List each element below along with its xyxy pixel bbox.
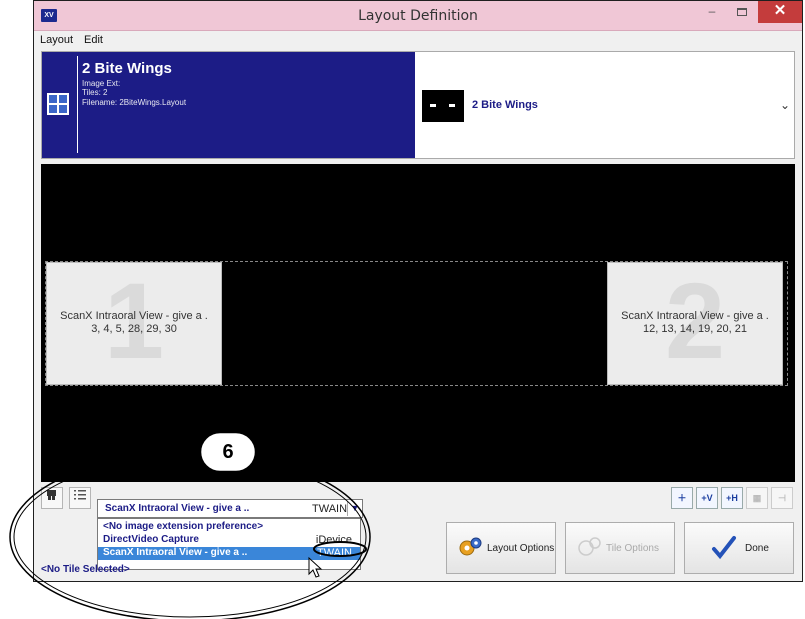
layout-image-ext: Image Ext: — [82, 79, 121, 88]
add-image-icon[interactable]: ＋ — [671, 487, 693, 509]
maximize-icon — [737, 7, 747, 16]
option-kind: iDevice — [315, 534, 352, 546]
layout-tiles: Tiles: 2 — [82, 88, 108, 97]
menu-layout[interactable]: Layout — [40, 34, 73, 46]
layout-options-button[interactable]: Layout Options — [446, 522, 556, 574]
tile-description: ScanX Intraoral View - give a . 12, 13, … — [608, 310, 782, 336]
tile-1[interactable]: 1 ScanX Intraoral View - give a . 3, 4, … — [46, 262, 222, 385]
extension-dropdown-list: <No image extension preference> DirectVi… — [97, 518, 361, 570]
layout-preview-thumbnail — [422, 90, 464, 122]
maximize-button[interactable] — [728, 1, 756, 23]
chevron-down-icon[interactable]: ▼ — [347, 501, 362, 516]
add-horizontal-icon[interactable]: +H — [721, 487, 743, 509]
split-icon[interactable]: ⊣ — [771, 487, 793, 509]
dropdown-option-selected[interactable]: ScanX Intraoral View - give a .. TWAIN — [98, 547, 360, 560]
title-bar[interactable]: XV Layout Definition – ✕ — [34, 1, 802, 31]
selected-extension-kind: TWAIN — [312, 503, 348, 515]
bottom-toolbar: ScanX Intraoral View - give a .. TWAIN ▼… — [41, 485, 795, 581]
option-kind: TWAIN — [316, 547, 352, 559]
tile-options-label: Tile Options — [606, 543, 659, 554]
dropdown-option[interactable]: <No image extension preference> — [98, 521, 360, 534]
tooth-icon — [47, 490, 56, 500]
image-extension-select[interactable]: ScanX Intraoral View - give a .. TWAIN ▼ — [97, 499, 363, 518]
layout-selector[interactable]: 2 Bite Wings Image Ext: Tiles: 2 Filenam… — [41, 51, 795, 159]
layout-definition-window: XV Layout Definition – ✕ Layout Edit 2 B… — [33, 0, 803, 582]
tile-teeth: 12, 13, 14, 19, 20, 21 — [643, 323, 747, 335]
checkmark-icon — [712, 536, 736, 560]
layout-name: 2 Bite Wings — [82, 60, 172, 77]
tile-settings-button[interactable] — [41, 487, 63, 509]
callout-number: 6 — [222, 441, 234, 463]
tile-2[interactable]: 2 ScanX Intraoral View - give a . 12, 13… — [607, 262, 783, 385]
tile-extension: ScanX Intraoral View - give a . — [621, 310, 769, 322]
done-label: Done — [745, 543, 769, 554]
card-divider — [77, 56, 78, 153]
numbered-list-icon — [74, 490, 86, 500]
add-vertical-icon[interactable]: +V — [696, 487, 718, 509]
chevron-down-icon[interactable]: ⌄ — [780, 98, 790, 112]
grid-icon[interactable]: ▦ — [746, 487, 768, 509]
tile-selection-status: <No Tile Selected> — [41, 564, 130, 575]
gear-icon — [578, 537, 601, 556]
menu-edit[interactable]: Edit — [84, 34, 103, 46]
dropdown-option[interactable]: DirectVideo Capture iDevice — [98, 534, 360, 547]
option-name: DirectVideo Capture — [103, 534, 199, 545]
layout-grid-icon — [47, 93, 69, 115]
done-button[interactable]: Done — [684, 522, 794, 574]
tile-teeth: 3, 4, 5, 28, 29, 30 — [91, 323, 177, 335]
layout-preview-label: 2 Bite Wings — [472, 99, 538, 111]
option-name: <No image extension preference> — [103, 521, 264, 532]
layout-options-label: Layout Options — [487, 543, 555, 554]
numbered-list-button[interactable] — [69, 487, 91, 509]
layout-canvas[interactable]: 1 ScanX Intraoral View - give a . 3, 4, … — [41, 164, 795, 482]
selected-extension: ScanX Intraoral View - give a .. — [105, 503, 250, 514]
window-title: Layout Definition — [358, 8, 478, 24]
layout-card[interactable]: 2 Bite Wings Image Ext: Tiles: 2 Filenam… — [42, 52, 415, 158]
menu-bar: Layout Edit — [34, 31, 802, 49]
tile-options-button[interactable]: Tile Options — [565, 522, 675, 574]
tile-extension: ScanX Intraoral View - give a . — [60, 310, 208, 322]
option-name: ScanX Intraoral View - give a .. — [103, 547, 248, 558]
layout-filename: Filename: 2BiteWings.Layout — [82, 98, 187, 107]
tile-description: ScanX Intraoral View - give a . 3, 4, 5,… — [47, 310, 221, 336]
close-button[interactable]: ✕ — [758, 1, 802, 23]
tile-strip: 1 ScanX Intraoral View - give a . 3, 4, … — [45, 261, 788, 386]
gear-icon — [459, 537, 482, 556]
minimize-button[interactable]: – — [698, 1, 726, 23]
